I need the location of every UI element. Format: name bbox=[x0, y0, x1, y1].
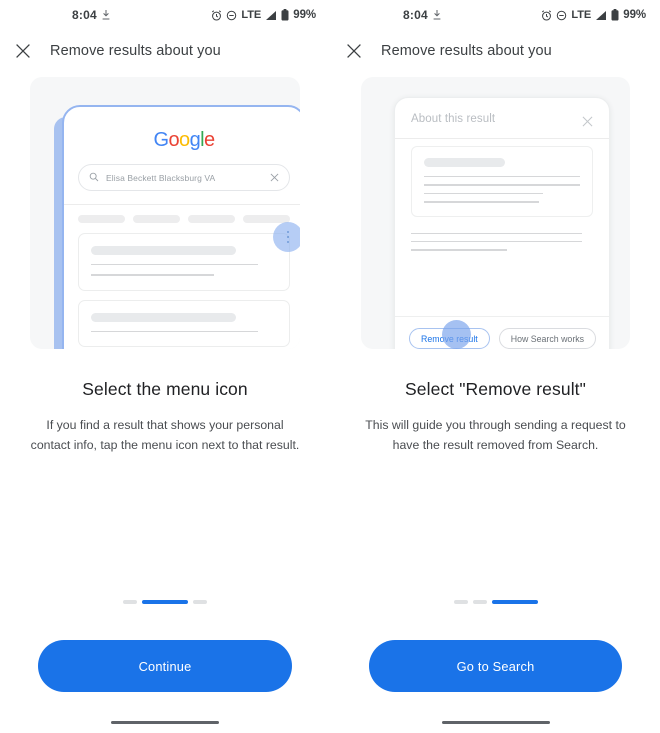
how-search-works-label: How Search works bbox=[510, 333, 585, 344]
placeholder-line bbox=[424, 201, 540, 203]
google-logo: Google bbox=[153, 129, 216, 151]
battery-percent: 99% bbox=[293, 9, 316, 21]
battery-percent: 99% bbox=[623, 9, 646, 21]
alarm-icon bbox=[211, 9, 222, 21]
filter-chip[interactable] bbox=[78, 215, 125, 223]
status-time: 8:04 bbox=[72, 8, 97, 22]
placeholder-line bbox=[411, 232, 583, 234]
remove-result-button[interactable]: Remove result bbox=[409, 320, 490, 349]
illustration-about-this-result: About this result Remove How Search work… bbox=[361, 77, 630, 349]
search-bar[interactable]: Elisa Beckett Blacksburg VA bbox=[78, 164, 290, 191]
close-icon[interactable] bbox=[345, 42, 363, 60]
divider bbox=[395, 138, 609, 139]
indicator-dot-active[interactable] bbox=[491, 600, 538, 604]
clear-icon[interactable] bbox=[270, 169, 279, 187]
status-bar: 8:04 LTE 99% bbox=[0, 0, 330, 30]
phone-frame: Google Elisa Beckett Blacksburg VA bbox=[62, 105, 300, 349]
close-icon[interactable] bbox=[582, 114, 593, 126]
screen-select-remove-result: 8:04 LTE 99% Remove results about you Ab… bbox=[330, 0, 660, 733]
download-icon bbox=[102, 10, 110, 20]
battery-icon bbox=[281, 9, 289, 21]
close-icon[interactable] bbox=[14, 42, 32, 60]
step-body: This will guide you through sending a re… bbox=[365, 418, 626, 452]
sheet-title: About this result bbox=[411, 113, 496, 125]
battery-icon bbox=[611, 9, 619, 21]
placeholder-title bbox=[91, 312, 237, 322]
screen-select-menu-icon: 8:04 LTE 99% Remove results about you Go… bbox=[0, 0, 330, 733]
step-heading: Select the menu icon bbox=[82, 379, 248, 399]
how-search-works-button[interactable]: How Search works bbox=[498, 328, 597, 349]
placeholder-line bbox=[411, 249, 508, 251]
tap-highlight bbox=[442, 320, 471, 349]
indicator-dot[interactable] bbox=[193, 600, 207, 604]
network-type-label: LTE bbox=[241, 9, 262, 21]
step-body: If you find a result that shows your per… bbox=[30, 418, 300, 452]
result-preview-card bbox=[411, 146, 593, 217]
dual-screenshot-comparison: 8:04 LTE 99% Remove results about you Go… bbox=[0, 0, 660, 733]
home-gesture-bar[interactable] bbox=[111, 721, 219, 724]
signal-icon bbox=[595, 10, 607, 21]
placeholder-line bbox=[424, 192, 543, 195]
page-indicator bbox=[331, 600, 660, 604]
status-time: 8:04 bbox=[403, 8, 428, 22]
three-dot-menu-icon[interactable] bbox=[273, 222, 300, 252]
page-indicator bbox=[0, 600, 330, 604]
placeholder-line bbox=[91, 274, 214, 276]
indicator-dot[interactable] bbox=[453, 600, 468, 604]
download-icon bbox=[433, 10, 441, 20]
illustration-search-results: Google Elisa Beckett Blacksburg VA bbox=[30, 77, 300, 349]
indicator-dot[interactable] bbox=[472, 600, 487, 604]
network-type-label: LTE bbox=[571, 9, 592, 21]
continue-button[interactable]: Continue bbox=[38, 640, 292, 692]
placeholder-line bbox=[411, 240, 583, 243]
filter-chip-row bbox=[64, 205, 300, 223]
app-bar: Remove results about you bbox=[0, 30, 330, 72]
filter-chip[interactable] bbox=[133, 215, 180, 223]
about-this-result-sheet: About this result Remove How Search work… bbox=[394, 97, 610, 349]
search-query-text: Elisa Beckett Blacksburg VA bbox=[106, 172, 216, 183]
do-not-disturb-icon bbox=[226, 10, 237, 21]
page-title: Remove results about you bbox=[381, 43, 552, 59]
alarm-icon bbox=[541, 9, 552, 21]
search-result-card[interactable] bbox=[78, 299, 290, 348]
sheet-header: About this result bbox=[395, 98, 609, 138]
placeholder-title bbox=[424, 158, 506, 167]
placeholder-title bbox=[91, 246, 237, 255]
indicator-dot[interactable] bbox=[123, 600, 137, 604]
placeholder-line bbox=[424, 184, 580, 186]
placeholder-line bbox=[424, 176, 580, 178]
result-description-block bbox=[411, 232, 593, 251]
filter-chip[interactable] bbox=[188, 215, 235, 223]
page-title: Remove results about you bbox=[50, 43, 221, 59]
search-icon bbox=[89, 169, 99, 187]
app-bar: Remove results about you bbox=[331, 30, 660, 72]
go-to-search-button[interactable]: Go to Search bbox=[369, 640, 622, 692]
sheet-action-row: Remove result How Search works bbox=[395, 316, 609, 349]
step-heading: Select "Remove result" bbox=[405, 379, 586, 399]
status-bar: 8:04 LTE 99% bbox=[331, 0, 660, 30]
search-result-card[interactable] bbox=[78, 222, 300, 291]
do-not-disturb-icon bbox=[556, 10, 567, 21]
signal-icon bbox=[265, 10, 277, 21]
placeholder-line bbox=[91, 330, 259, 333]
placeholder-line bbox=[91, 264, 259, 266]
indicator-dot-active[interactable] bbox=[142, 600, 188, 604]
home-gesture-bar[interactable] bbox=[441, 721, 550, 724]
